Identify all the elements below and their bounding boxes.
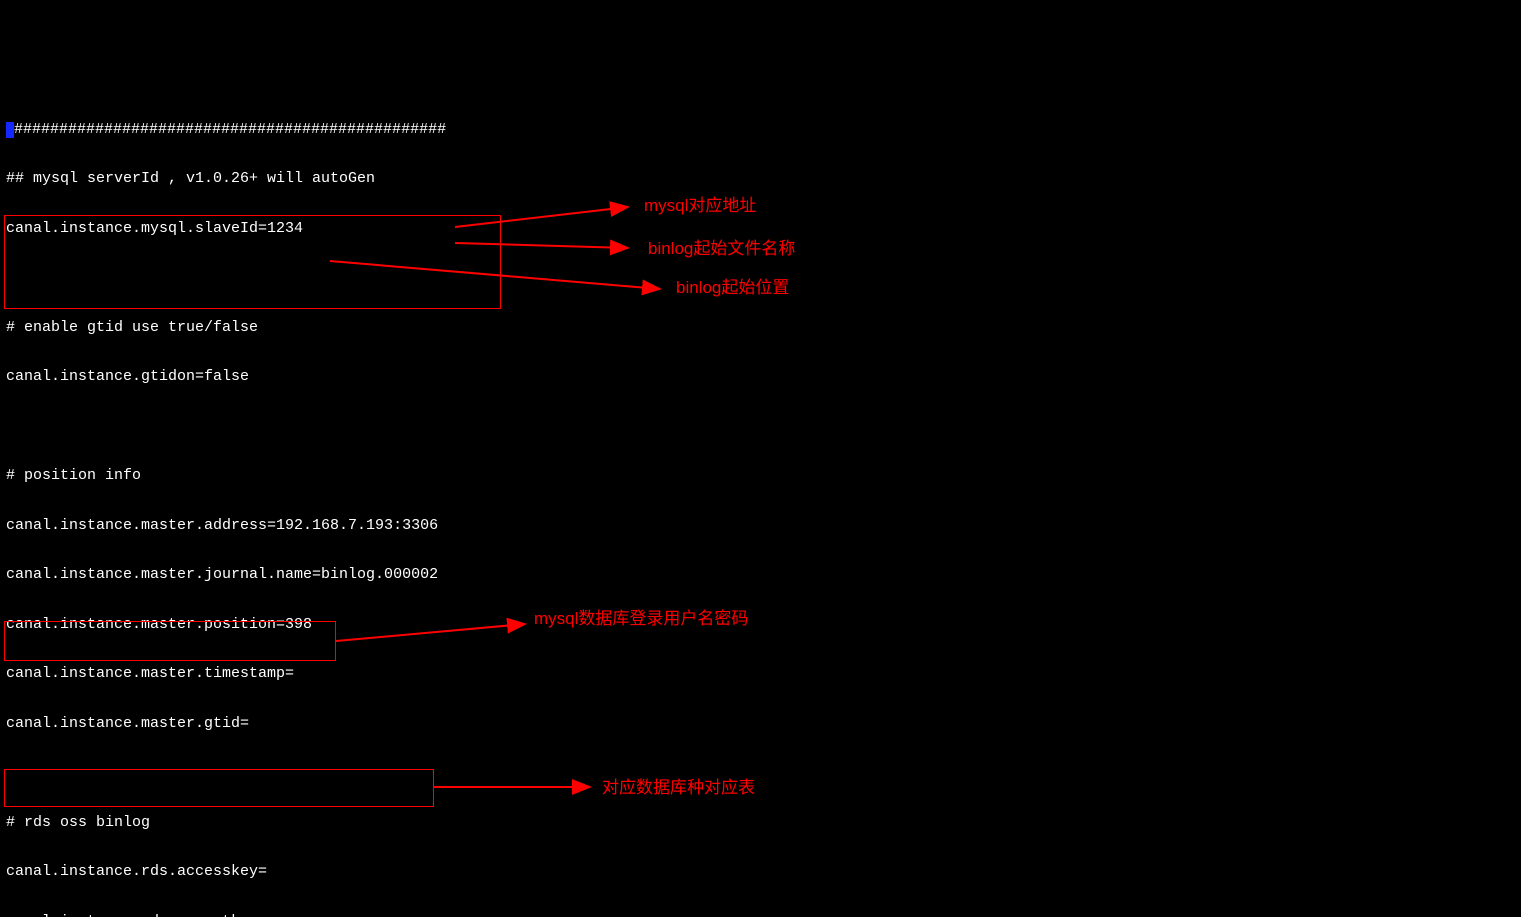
config-line: canal.instance.master.gtid=: [6, 716, 1515, 733]
config-line: [6, 419, 1515, 436]
config-line: [6, 270, 1515, 287]
config-line: canal.instance.rds.accesskey=: [6, 864, 1515, 881]
config-line: ## mysql serverId , v1.0.26+ will autoGe…: [6, 171, 1515, 188]
config-line: canal.instance.mysql.slaveId=1234: [6, 221, 1515, 238]
annotation-mysql-address: mysql对应地址: [644, 197, 756, 216]
config-line: canal.instance.master.timestamp=: [6, 666, 1515, 683]
config-line: canal.instance.master.journal.name=binlo…: [6, 567, 1515, 584]
config-line: canal.instance.gtidon=false: [6, 369, 1515, 386]
terminal-view[interactable]: ########################################…: [0, 83, 1521, 917]
config-line: ########################################…: [14, 121, 446, 138]
config-line: # position info: [6, 468, 1515, 485]
config-line: canal.instance.rds.secretkey=: [6, 914, 1515, 917]
cursor-block: [6, 122, 14, 139]
config-line: [6, 765, 1515, 782]
annotation-table-regex: 对应数据库种对应表: [602, 779, 755, 798]
config-line: canal.instance.master.address=192.168.7.…: [6, 518, 1515, 535]
config-line: # enable gtid use true/false: [6, 320, 1515, 337]
annotation-binlog-name: binlog起始文件名称: [648, 240, 795, 259]
config-line: canal.instance.master.position=398: [6, 617, 1515, 634]
config-line: # rds oss binlog: [6, 815, 1515, 832]
arrow-mysql-address: [0, 83, 1521, 917]
